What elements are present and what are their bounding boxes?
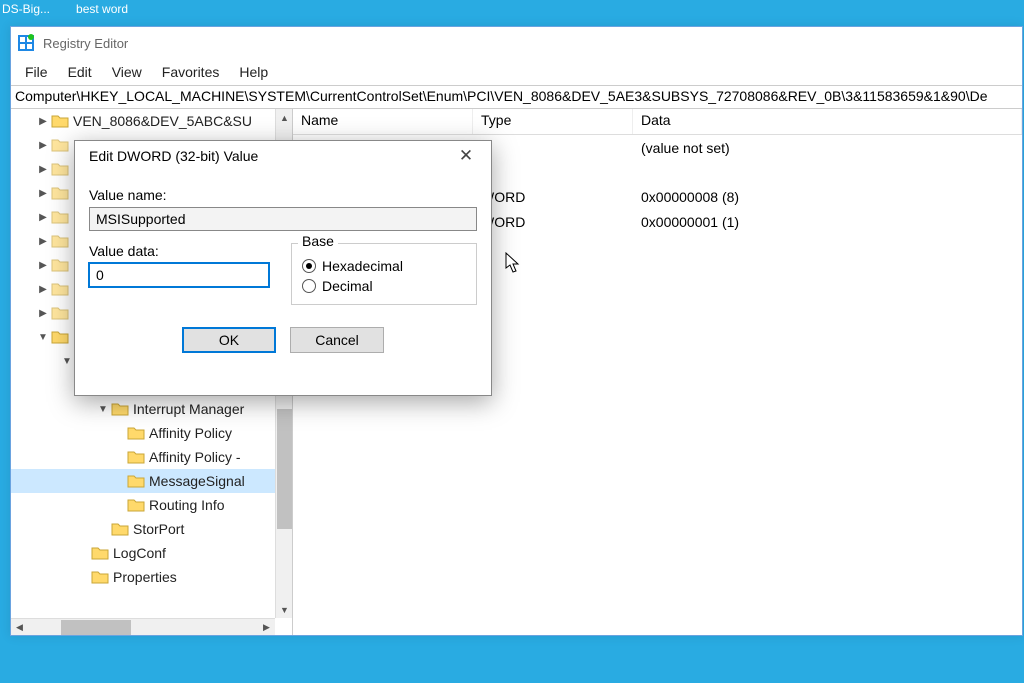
folder-icon	[111, 522, 129, 536]
scroll-thumb[interactable]	[277, 409, 292, 529]
tree-item-label: Affinity Policy -	[149, 449, 241, 465]
desktop-taskbar-icons: DS-Big... best word	[0, 0, 1024, 18]
chevron-right-icon[interactable]: ▶	[35, 260, 51, 271]
chevron-down-icon[interactable]: ▼	[35, 332, 51, 343]
chevron-right-icon[interactable]: ▶	[35, 284, 51, 295]
radio-icon[interactable]	[302, 259, 316, 273]
chevron-down-icon[interactable]: ▼	[59, 356, 75, 367]
tree-item-affinity-policy-2[interactable]: Affinity Policy -	[11, 445, 292, 469]
value-name-field[interactable]	[89, 207, 477, 231]
folder-icon	[51, 186, 69, 200]
menu-edit[interactable]: Edit	[60, 62, 100, 82]
tree-item-label: VEN_8086&DEV_5ABC&SU	[73, 113, 252, 129]
dialog-title: Edit DWORD (32-bit) Value	[89, 148, 258, 164]
tree-item-label: MessageSignal	[149, 473, 245, 489]
folder-icon	[51, 114, 69, 128]
tree-item-collapsed[interactable]: ▶ VEN_8086&DEV_5ABC&SU	[11, 109, 292, 133]
chevron-right-icon[interactable]: ▶	[35, 116, 51, 127]
column-header-name[interactable]: Name	[293, 109, 473, 134]
folder-icon	[51, 162, 69, 176]
address-bar[interactable]: Computer\HKEY_LOCAL_MACHINE\SYSTEM\Curre…	[11, 85, 1022, 109]
folder-icon	[51, 330, 69, 344]
radio-hexadecimal[interactable]: Hexadecimal	[302, 258, 466, 274]
tree-item-label: Routing Info	[149, 497, 225, 513]
chevron-right-icon[interactable]: ▶	[35, 236, 51, 247]
edit-dword-dialog: Edit DWORD (32-bit) Value ✕ Value name: …	[74, 140, 492, 396]
regedit-app-icon	[17, 34, 35, 52]
menu-favorites[interactable]: Favorites	[154, 62, 228, 82]
scroll-down-icon[interactable]: ▼	[276, 601, 293, 618]
base-group-label: Base	[298, 233, 338, 249]
dialog-body: Value name: Value data: Base Hexadecimal…	[75, 171, 491, 357]
folder-icon	[127, 426, 145, 440]
value-name-label: Value name:	[89, 187, 477, 203]
folder-icon	[51, 306, 69, 320]
tree-item-label: LogConf	[113, 545, 166, 561]
folder-icon	[51, 234, 69, 248]
tree-item-storport[interactable]: StorPort	[11, 517, 292, 541]
chevron-right-icon[interactable]: ▶	[35, 140, 51, 151]
window-title-bar: Registry Editor	[11, 27, 1022, 59]
tree-item-affinity-policy[interactable]: Affinity Policy	[11, 421, 292, 445]
tree-item-routing-info[interactable]: Routing Info	[11, 493, 292, 517]
scroll-thumb[interactable]	[61, 620, 131, 635]
radio-label: Hexadecimal	[322, 258, 403, 274]
tree-item-interrupt-manager[interactable]: ▼ Interrupt Manager	[11, 397, 292, 421]
menu-view[interactable]: View	[104, 62, 150, 82]
value-data-label: Value data:	[89, 243, 269, 259]
cell-data: 0x00000008 (8)	[633, 189, 1022, 205]
tree-item-label: Interrupt Manager	[133, 401, 244, 417]
folder-icon	[51, 210, 69, 224]
menu-help[interactable]: Help	[231, 62, 276, 82]
cell-data: 0x00000001 (1)	[633, 214, 1022, 230]
cell-data: (value not set)	[633, 140, 1022, 156]
desktop-shortcut-1[interactable]: DS-Big...	[2, 2, 50, 16]
ok-button[interactable]: OK	[182, 327, 276, 353]
chevron-right-icon[interactable]: ▶	[35, 308, 51, 319]
menu-bar: File Edit View Favorites Help	[11, 59, 1022, 85]
chevron-right-icon[interactable]: ▶	[35, 188, 51, 199]
menu-file[interactable]: File	[17, 62, 56, 82]
radio-decimal[interactable]: Decimal	[302, 278, 466, 294]
scroll-up-icon[interactable]: ▲	[276, 109, 293, 126]
window-title: Registry Editor	[43, 36, 128, 51]
chevron-right-icon[interactable]: ▶	[35, 164, 51, 175]
chevron-down-icon[interactable]: ▼	[95, 404, 111, 415]
tree-item-message-signal[interactable]: MessageSignal	[11, 469, 292, 493]
folder-icon	[51, 282, 69, 296]
tree-item-label: Properties	[113, 569, 177, 585]
tree-item-label: Affinity Policy	[149, 425, 232, 441]
desktop-shortcut-2[interactable]: best word	[76, 2, 128, 16]
tree-item-properties[interactable]: Properties	[11, 565, 292, 589]
folder-icon	[51, 258, 69, 272]
close-icon[interactable]: ✕	[451, 146, 481, 166]
folder-icon	[91, 546, 109, 560]
tree-item-label: StorPort	[133, 521, 184, 537]
scroll-left-icon[interactable]: ◀	[11, 619, 28, 635]
dialog-buttons: OK Cancel	[89, 327, 477, 353]
value-data-field[interactable]	[89, 263, 269, 287]
tree-item-logconf[interactable]: LogConf	[11, 541, 292, 565]
dialog-title-bar[interactable]: Edit DWORD (32-bit) Value ✕	[75, 141, 491, 171]
cell-type: WORD	[473, 214, 633, 230]
folder-icon	[51, 138, 69, 152]
folder-icon	[111, 402, 129, 416]
column-header-type[interactable]: Type	[473, 109, 633, 134]
folder-icon	[127, 450, 145, 464]
cancel-button[interactable]: Cancel	[290, 327, 384, 353]
radio-label: Decimal	[322, 278, 373, 294]
scroll-right-icon[interactable]: ▶	[258, 619, 275, 635]
tree-horizontal-scrollbar[interactable]: ◀ ▶	[11, 618, 275, 635]
base-groupbox: Base Hexadecimal Decimal	[291, 243, 477, 305]
chevron-right-icon[interactable]: ▶	[35, 212, 51, 223]
list-header: Name Type Data	[293, 109, 1022, 135]
folder-icon	[91, 570, 109, 584]
folder-icon	[127, 474, 145, 488]
cell-type: WORD	[473, 189, 633, 205]
folder-icon	[127, 498, 145, 512]
radio-icon[interactable]	[302, 279, 316, 293]
column-header-data[interactable]: Data	[633, 109, 1022, 134]
